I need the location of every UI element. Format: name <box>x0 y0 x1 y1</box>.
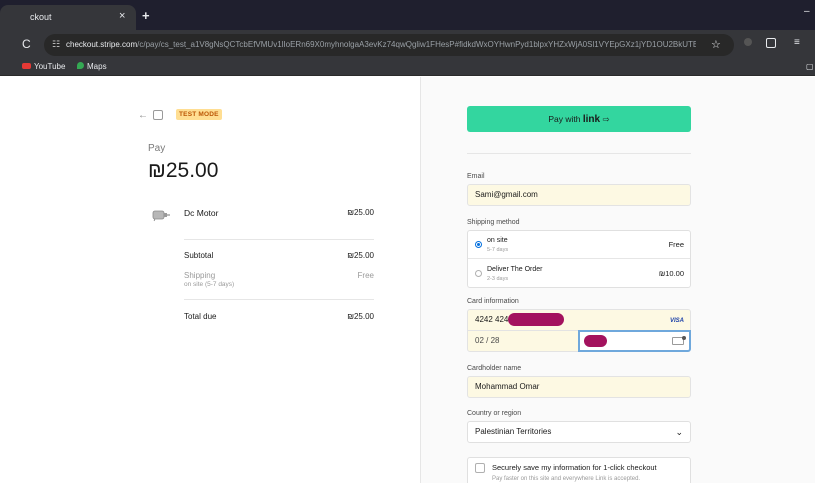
all-bookmarks-icon[interactable]: ▢ <box>806 62 814 71</box>
total-label: Total due <box>184 312 217 321</box>
save-info-title: Securely save my information for 1-click… <box>492 463 657 472</box>
shipping-option-deliver[interactable]: Deliver The Order 2-3 days ₪10.00 <box>468 260 690 288</box>
save-info-checkbox[interactable] <box>475 463 485 473</box>
bookmark-youtube[interactable]: YouTube <box>22 62 65 71</box>
divider <box>184 239 374 240</box>
shipping-sub: on site (5-7 days) <box>184 281 235 288</box>
card-expiry-field[interactable]: 02 / 28 <box>467 330 579 352</box>
visa-logo: VISA <box>669 318 684 324</box>
redaction-mark <box>508 313 564 326</box>
test-mode-badge: TEST MODE <box>176 109 222 120</box>
shipping-method-label: Shipping method <box>467 219 520 226</box>
radio-selected[interactable] <box>475 241 482 248</box>
reload-icon[interactable]: C <box>22 37 31 51</box>
pay-amount: ₪25.00 <box>148 159 219 182</box>
close-tab-icon[interactable]: × <box>119 10 125 22</box>
card-number-field[interactable]: 4242 424 VISA <box>467 309 691 331</box>
site-info-icon[interactable]: ☷ <box>52 39 60 50</box>
shipping-method-group: on site 5-7 days Free Deliver The Order … <box>467 230 691 288</box>
browser-tab[interactable]: ckout × <box>0 5 136 30</box>
product-name: Dc Motor <box>184 208 219 218</box>
subtotal-value: ₪25.00 <box>347 251 374 260</box>
order-summary: ← TEST MODE Pay ₪25.00 Dc Motor ₪25.00 S… <box>0 77 420 483</box>
checkout-form: Pay with link ⇨ Email Sami@gmail.com Shi… <box>421 77 815 483</box>
email-field[interactable]: Sami@gmail.com <box>467 184 691 206</box>
star-icon[interactable]: ☆ <box>711 38 721 51</box>
card-cvc-field[interactable] <box>578 330 691 352</box>
extensions-puzzle-icon[interactable] <box>766 38 776 48</box>
save-info-subtitle: Pay faster on this site and everywhere L… <box>492 476 641 482</box>
url-text: checkout.stripe.com/c/pay/cs_test_a1V8gN… <box>66 40 696 49</box>
subtotal-label: Subtotal <box>184 251 214 260</box>
country-select[interactable]: Palestinian Territories ⌄ <box>467 421 691 443</box>
cardholder-name-field[interactable]: Mohammad Omar <box>467 376 691 398</box>
shipping-value: Free <box>357 271 374 280</box>
card-info-label: Card information <box>467 298 519 305</box>
pay-label: Pay <box>148 143 166 154</box>
store-icon <box>153 110 163 120</box>
browser-toolbar: C ☷ checkout.stripe.com/c/pay/cs_test_a1… <box>0 30 815 60</box>
youtube-icon <box>22 63 31 69</box>
dc-motor-icon <box>152 210 170 222</box>
shipping-option-on-site[interactable]: on site 5-7 days Free <box>468 231 690 259</box>
maps-icon <box>77 62 84 69</box>
total-value: ₪25.00 <box>347 312 374 321</box>
address-bar[interactable]: ☷ checkout.stripe.com/c/pay/cs_test_a1V8… <box>44 34 734 56</box>
link-logo: link <box>582 114 601 125</box>
cardholder-label: Cardholder name <box>467 365 522 372</box>
link-arrow-icon: ⇨ <box>602 114 610 124</box>
redaction-mark <box>584 335 607 347</box>
divider <box>467 153 691 154</box>
extension-icon[interactable] <box>744 38 752 46</box>
minimize-window-icon[interactable]: – <box>804 6 810 17</box>
tab-title: ckout <box>30 12 52 22</box>
country-label: Country or region <box>467 410 522 417</box>
email-label: Email <box>467 173 485 180</box>
bookmark-maps[interactable]: Maps <box>77 62 107 71</box>
link-save-option[interactable]: Securely save my information for 1-click… <box>467 457 691 483</box>
shipping-label: Shipping <box>184 271 216 280</box>
new-tab-button[interactable]: + <box>142 8 150 23</box>
back-arrow-icon[interactable]: ← <box>138 110 148 121</box>
browser-tab-bar: ckout × + – <box>0 0 815 30</box>
radio-unselected[interactable] <box>475 270 482 277</box>
bookmarks-bar: YouTube Maps ▢ <box>0 60 815 76</box>
product-price: ₪25.00 <box>347 208 374 217</box>
cvc-card-icon <box>672 336 686 345</box>
chevron-down-icon: ⌄ <box>675 427 683 437</box>
pay-with-link-button[interactable]: Pay with link ⇨ <box>467 106 691 132</box>
side-panel-icon[interactable]: ≡ <box>794 37 800 48</box>
divider <box>184 299 374 300</box>
